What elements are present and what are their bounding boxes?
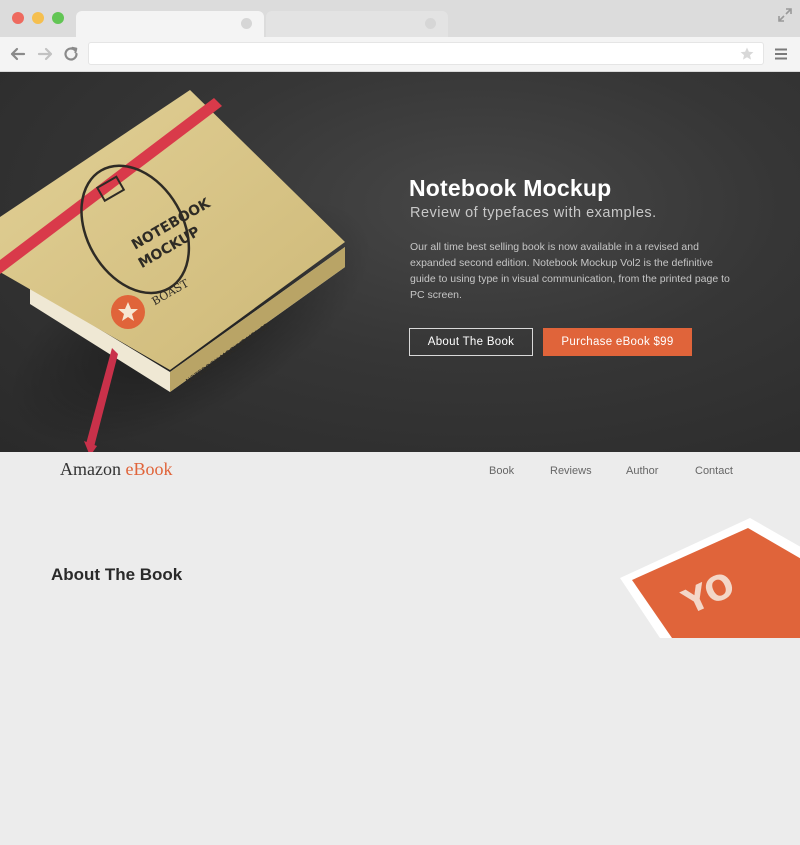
address-bar[interactable]	[88, 42, 764, 65]
forward-arrow-icon[interactable]	[35, 44, 55, 64]
reload-icon[interactable]	[61, 44, 81, 64]
back-arrow-icon[interactable]	[8, 44, 28, 64]
tab-close-icon[interactable]	[425, 18, 436, 29]
notebook-mockup-illustration: NOTEBOOK MOCKUP BOAST NOTEBOOK MOCKUP VO…	[0, 90, 372, 452]
close-window-button[interactable]	[12, 12, 24, 24]
browser-tab-inactive[interactable]	[266, 11, 448, 37]
purchase-ebook-button[interactable]: Purchase eBook $99	[543, 328, 692, 356]
browser-menu-icon[interactable]	[774, 47, 788, 61]
maximize-window-button[interactable]	[52, 12, 64, 24]
section-title: About The Book	[51, 565, 183, 584]
browser-tabbar	[0, 0, 800, 37]
minimize-window-button[interactable]	[32, 12, 44, 24]
hero-subtitle: Review of typefaces with examples.	[410, 205, 657, 221]
tab-close-icon[interactable]	[241, 18, 252, 29]
browser-tab-active[interactable]	[76, 11, 264, 37]
hero-description: Our all time best selling book is now av…	[410, 241, 730, 301]
bookmark-star-icon[interactable]	[739, 46, 755, 62]
logo-text: Amazon	[60, 459, 126, 479]
tablet-mockup-illustration: YO	[620, 518, 800, 638]
nav-link-author[interactable]: Author	[626, 465, 658, 477]
hero-title: Notebook Mockup	[409, 175, 612, 201]
fullscreen-icon[interactable]	[778, 8, 792, 22]
nav-link-contact[interactable]: Contact	[695, 465, 733, 477]
nav-link-reviews[interactable]: Reviews	[550, 465, 592, 477]
about-book-button[interactable]: About The Book	[409, 328, 533, 356]
logo-accent-text: eBook	[125, 459, 173, 479]
browser-toolbar	[0, 37, 800, 72]
hero-section: NOTEBOOK MOCKUP BOAST NOTEBOOK MOCKUP VO…	[0, 72, 800, 452]
site-logo[interactable]: Amazon eBook	[60, 459, 172, 480]
